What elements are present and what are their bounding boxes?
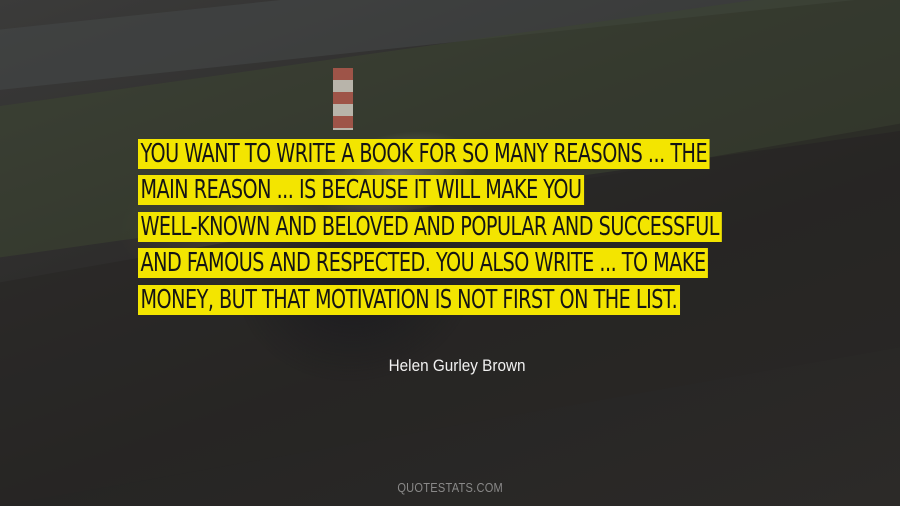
quote-image: YOU WANT TO WRITE A BOOK FOR SO MANY REA… xyxy=(0,0,900,506)
quote-author: Helen Gurley Brown xyxy=(0,356,900,376)
quote-line: AND FAMOUS AND RESPECTED. YOU ALSO WRITE… xyxy=(138,245,709,281)
quote-line: MAIN REASON ... IS BECAUSE IT WILL MAKE … xyxy=(138,172,655,208)
site-watermark: QUOTESTATS.COM xyxy=(0,480,900,495)
quote-line: MONEY, BUT THAT MOTIVATION IS NOT FIRST … xyxy=(138,282,680,318)
author-name: Helen Gurley Brown xyxy=(389,356,526,375)
quote-line: WELL-KNOWN AND BELOVED AND POPULAR AND S… xyxy=(138,209,722,245)
quote-line: YOU WANT TO WRITE A BOOK FOR SO MANY REA… xyxy=(138,136,710,172)
watermark-text: QUOTESTATS.COM xyxy=(397,480,503,495)
quote-text: YOU WANT TO WRITE A BOOK FOR SO MANY REA… xyxy=(138,136,722,318)
